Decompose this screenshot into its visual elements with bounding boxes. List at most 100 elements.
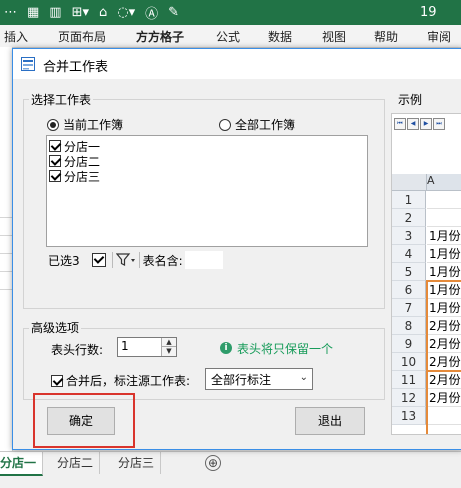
exit-button[interactable]: 退出 — [295, 407, 365, 435]
preview-cell: 1月份 — [427, 263, 461, 281]
shapes-dropdown-icon[interactable]: ◌▾ — [117, 5, 135, 20]
advanced-options-group — [23, 328, 385, 400]
select-sheets-group-label: 选择工作表 — [29, 91, 94, 108]
selected-count: 已选3 — [48, 253, 80, 268]
preview-row-number: 13 — [392, 407, 426, 425]
radio-current-workbook[interactable]: 当前工作簿 — [47, 116, 123, 133]
radio-current-indicator[interactable] — [47, 118, 59, 131]
radio-all-workbooks[interactable]: 全部工作簿 — [219, 116, 295, 133]
ribbon-tabs: 插入 页面布局 方方格子 公式 数据 视图 帮助 审阅 — [0, 25, 461, 48]
tab-view[interactable]: 视图 — [322, 28, 346, 45]
radio-all-label: 全部工作簿 — [235, 118, 296, 132]
table-name-input[interactable] — [184, 251, 223, 269]
preview-cell: 1月份 — [427, 245, 461, 263]
stepper-buttons[interactable]: ▲ ▼ — [161, 338, 176, 356]
nav-first-icon: ⏮ — [394, 118, 406, 130]
preview-row-number: 8 — [392, 317, 426, 335]
sheet-checkbox-3[interactable] — [49, 170, 61, 182]
toolbar-separator — [138, 252, 140, 268]
filter-dropdown-icon[interactable] — [115, 253, 136, 267]
list-item[interactable]: 分店三 — [49, 168, 100, 184]
grid-line — [0, 289, 12, 290]
table-icon[interactable]: ▦ — [27, 5, 39, 20]
preview-row-number: 9 — [392, 335, 426, 353]
excel-title-bar: ⋯ ▦ ▥ ⊞▾ ⌂ ◌▾ Ⓐ ✎ 19 — [0, 0, 461, 25]
header-info-text: 表头将只保留一个 — [237, 342, 334, 356]
preview-cell — [427, 209, 461, 227]
tab-insert[interactable]: 插入 — [4, 28, 28, 45]
nav-last-icon: ⏭ — [433, 118, 445, 130]
example-label: 示例 — [396, 91, 425, 108]
sheet-checkbox-2[interactable] — [49, 155, 61, 167]
tab-help[interactable]: 帮助 — [374, 28, 398, 45]
text-icon[interactable]: Ⓐ — [145, 3, 158, 22]
shape-icon[interactable]: ⌂ — [99, 5, 107, 20]
preview-row-number: 5 — [392, 263, 426, 281]
quick-access-toolbar: ⋯ ▦ ▥ ⊞▾ ⌂ ◌▾ Ⓐ ✎ — [4, 0, 189, 25]
preview-row-number: 6 — [392, 281, 426, 299]
edit-icon[interactable]: ✎ — [168, 5, 179, 20]
preview-row-number: 2 — [392, 209, 426, 227]
preview-cell: 1月份 — [427, 227, 461, 245]
sheet-checkbox-1[interactable] — [49, 140, 61, 152]
mark-source-dropdown[interactable]: 全部行标注 ⌄ — [205, 368, 313, 390]
chart-icon[interactable]: ▥ — [49, 5, 61, 20]
select-all-checkbox[interactable] — [91, 253, 106, 267]
preview-row-number: 4 — [392, 245, 426, 263]
tab-review[interactable]: 审阅 — [427, 28, 451, 45]
grid-line — [0, 235, 12, 236]
january-rows-highlight — [426, 280, 461, 372]
preview-column-a: A — [427, 174, 435, 187]
mark-source-value: 全部行标注 — [211, 373, 272, 387]
stepper-up-icon[interactable]: ▲ — [162, 338, 176, 347]
mark-source-label: 合并后，标注源工作表: — [66, 374, 191, 388]
tab-page-layout[interactable]: 页面布局 — [58, 28, 106, 45]
stepper-down-icon[interactable]: ▼ — [162, 347, 176, 356]
advanced-options-label: 高级选项 — [29, 319, 82, 336]
header-rows-label: 表头行数: — [51, 343, 104, 357]
mark-source-option[interactable]: 合并后，标注源工作表: — [51, 372, 190, 389]
toolbar-separator — [111, 252, 113, 268]
radio-current-label: 当前工作簿 — [63, 118, 124, 132]
preview-sheet-nav: ⏮ ◀ ▶ ⏭ — [394, 118, 446, 130]
dialog-title-bar: 合并工作表 — [13, 49, 461, 79]
merge-sheets-dialog: 合并工作表 选择工作表 当前工作簿 全部工作簿 分店一 分店二 分店三 已选3 — [12, 48, 461, 450]
preview-row-number: 11 — [392, 371, 426, 389]
nav-prev-icon: ◀ — [407, 118, 419, 130]
annotation-highlight-box — [33, 393, 135, 448]
grid-dropdown-icon[interactable]: ⊞▾ — [72, 5, 89, 20]
table-name-label: 表名含: — [142, 253, 183, 268]
grid-line — [0, 253, 12, 254]
sheet-tab-2[interactable]: 分店二 — [51, 452, 101, 474]
radio-all-indicator[interactable] — [219, 118, 231, 131]
sheet-name-3: 分店三 — [64, 169, 101, 184]
sheet-tab-3[interactable]: 分店三 — [112, 452, 162, 474]
preview-row-number: 10 — [392, 353, 426, 371]
header-rows-stepper[interactable]: 1 ▲ ▼ — [117, 337, 177, 357]
preview-row-number: 1 — [392, 191, 426, 209]
tab-fangfang-grid[interactable]: 方方格子 — [136, 28, 184, 45]
tab-data[interactable]: 数据 — [268, 28, 292, 45]
nav-next-icon: ▶ — [420, 118, 432, 130]
preview-row-number: 7 — [392, 299, 426, 317]
add-sheet-icon[interactable]: ⊕ — [205, 455, 221, 471]
preview-corner-cell — [392, 174, 427, 190]
grid-line — [0, 271, 12, 272]
mark-source-checkbox[interactable] — [51, 374, 63, 387]
sheet-listbox[interactable]: 分店一 分店二 分店三 — [46, 135, 368, 247]
dialog-app-icon — [21, 57, 35, 71]
title-suffix-text: 19 — [420, 5, 437, 20]
sheet-tab-bar: 分店一 分店二 分店三 ⊕ — [0, 451, 461, 488]
qat-dropdown-icon[interactable]: ⋯ — [4, 5, 17, 20]
example-preview: ⏮ ◀ ▶ ⏭ A 1 2 3 1月份 4 1月份 5 1月份 6 1月份 7 1月份 8 2月份 9 2月份… — [391, 113, 461, 435]
sheet-tab-1[interactable]: 分店一 — [0, 452, 44, 476]
dialog-title: 合并工作表 — [43, 60, 109, 75]
preview-row-number: 3 — [392, 227, 426, 245]
tab-formulas[interactable]: 公式 — [216, 28, 240, 45]
chevron-down-icon[interactable]: ⌄ — [300, 372, 308, 383]
february-rows-highlight — [426, 370, 461, 434]
header-rows-value[interactable]: 1 — [121, 339, 129, 353]
info-icon: i — [220, 342, 232, 354]
list-toolbar: 已选3 表名含: — [48, 251, 223, 269]
preview-cell — [427, 191, 461, 209]
